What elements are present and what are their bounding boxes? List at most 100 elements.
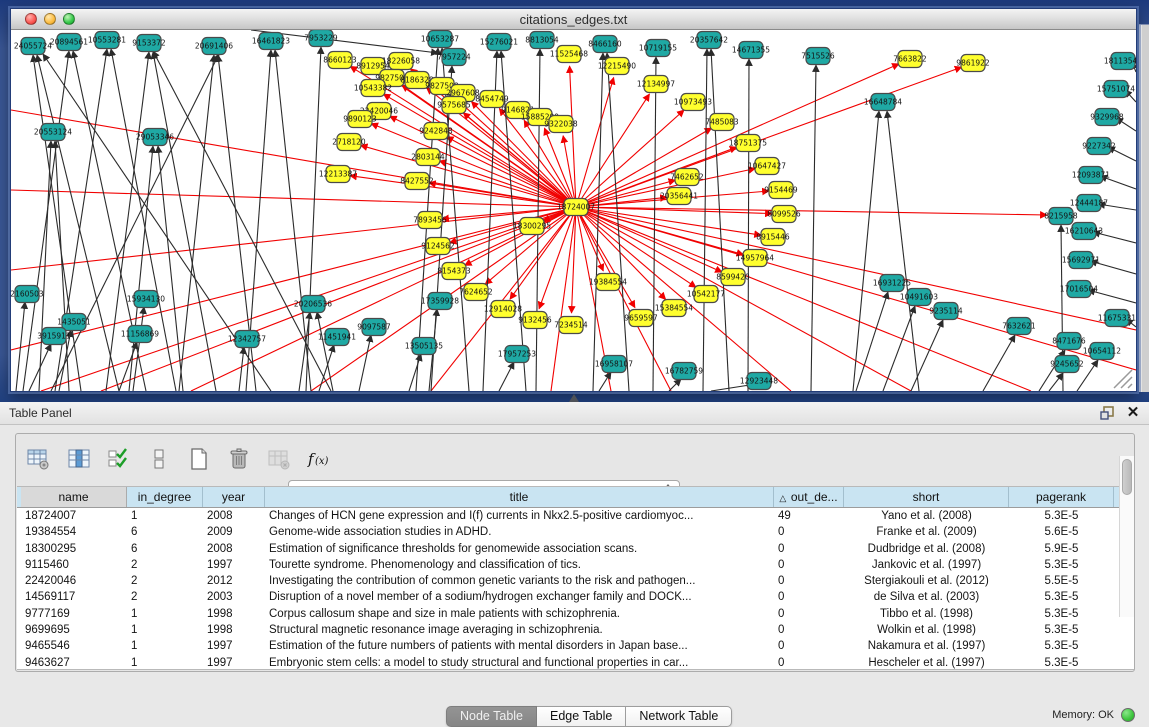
graph-node[interactable]: 2718120 [332,134,366,151]
cell-title[interactable]: Disruption of a novel member of a sodium… [265,589,774,605]
graph-node[interactable]: 9154469 [764,182,798,199]
graph-node[interactable]: 8466160 [588,36,622,53]
graph-node[interactable]: 2803144 [411,149,445,166]
graph-node[interactable]: 9242848 [419,123,453,140]
tab-edge-table[interactable]: Edge Table [537,706,626,727]
graph-node[interactable]: 16210643 [1065,223,1103,240]
column-header-year[interactable]: year [203,487,265,507]
table-row[interactable]: 911546021997Tourette syndrome. Phenomeno… [21,557,1134,573]
close-icon[interactable]: ✕ [1123,404,1143,422]
table-row[interactable]: 969969511998Structural magnetic resonanc… [21,622,1134,638]
graph-node[interactable]: 7632621 [1002,318,1036,335]
table-row[interactable]: 946554611997Estimation of the future num… [21,638,1134,654]
cell-in_degree[interactable]: 6 [127,541,203,557]
graph-node[interactable]: 14671355 [732,42,770,59]
graph-node[interactable]: 3915911 [37,328,71,345]
column-header-title[interactable]: title [265,487,774,507]
graph-node[interactable]: 20553124 [34,124,72,141]
cell-year[interactable]: 2009 [203,524,265,540]
cell-title[interactable]: Estimation of the future numbers of pati… [265,638,774,654]
graph-node[interactable]: 18113544 [1104,53,1136,70]
graph-node[interactable]: 10653287 [421,31,459,48]
graph-node[interactable]: 17016504 [1060,281,1098,298]
cell-pagerank[interactable]: 5.3E-5 [1009,606,1114,622]
table-row[interactable]: 1872400712008Changes of HCN gene express… [21,508,1134,524]
cell-in_degree[interactable]: 1 [127,655,203,669]
graph-node[interactable]: 7462652 [670,169,704,186]
cell-title[interactable]: Investigating the contribution of common… [265,573,774,589]
cell-short[interactable]: Yano et al. (2008) [844,508,1009,524]
graph-node[interactable]: 12914028 [484,301,522,318]
cell-out_degree[interactable]: 0 [774,573,844,589]
create-column-icon[interactable] [186,446,212,472]
graph-node[interactable]: 9659597 [624,310,658,327]
graph-node[interactable]: 16648784 [864,94,902,111]
cell-in_degree[interactable]: 6 [127,524,203,540]
cell-out_degree[interactable]: 0 [774,622,844,638]
graph-node[interactable]: 10654112 [1083,343,1121,360]
graph-node[interactable]: 8813054 [525,32,559,49]
cell-pagerank[interactable]: 5.9E-5 [1009,541,1114,557]
graph-node[interactable]: 8915446 [756,229,790,246]
cell-year[interactable]: 1997 [203,557,265,573]
graph-node[interactable]: 7624652 [459,284,493,301]
graph-node[interactable]: 15276021 [480,34,518,51]
cell-short[interactable]: Dudbridge et al. (2008) [844,541,1009,557]
cell-out_degree[interactable]: 0 [774,541,844,557]
window-titlebar[interactable]: citations_edges.txt [11,9,1136,30]
graph-node[interactable]: 9097587 [357,319,391,336]
cell-title[interactable]: Corpus callosum shape and size in male p… [265,606,774,622]
cell-name[interactable]: 18300295 [21,541,127,557]
float-window-icon[interactable] [1097,404,1117,422]
delete-table-icon[interactable] [266,446,292,472]
graph-node[interactable]: 17957253 [498,346,536,363]
cell-title[interactable]: Estimation of significance thresholds fo… [265,541,774,557]
graph-node[interactable]: 20894561 [50,34,88,51]
cell-out_degree[interactable]: 0 [774,524,844,540]
graph-node[interactable]: 12134997 [637,76,675,93]
table-row[interactable]: 1830029562008Estimation of significance … [21,541,1134,557]
cell-out_degree[interactable]: 0 [774,638,844,654]
cell-short[interactable]: Stergiakouli et al. (2012) [844,573,1009,589]
cell-in_degree[interactable]: 2 [127,557,203,573]
graph-node[interactable]: 14957964 [736,250,774,267]
show-columns-icon[interactable] [66,446,92,472]
cell-year[interactable]: 2012 [203,573,265,589]
graph-node[interactable]: 9329968 [1090,109,1124,126]
graph-node[interactable]: 12215490 [598,58,636,75]
graph-node[interactable]: 7663822 [893,51,927,68]
cell-pagerank[interactable]: 5.5E-5 [1009,573,1114,589]
cell-in_degree[interactable]: 1 [127,508,203,524]
cell-short[interactable]: Wolkin et al. (1998) [844,622,1009,638]
cell-title[interactable]: Embryonic stem cells: a model to study s… [265,655,774,669]
cell-short[interactable]: Tibbo et al. (1998) [844,606,1009,622]
graph-node[interactable]: 20357642 [690,32,728,49]
graph-node[interactable]: 8599420 [716,269,750,286]
graph-node[interactable]: 16461823 [252,33,290,50]
cell-name[interactable]: 9699695 [21,622,127,638]
cell-out_degree[interactable]: 0 [774,557,844,573]
graph-node[interactable]: 8471676 [1052,333,1086,350]
graph-node[interactable]: 9235114 [929,303,963,320]
cell-in_degree[interactable]: 1 [127,606,203,622]
cell-pagerank[interactable]: 5.3E-5 [1009,655,1114,669]
cell-in_degree[interactable]: 2 [127,573,203,589]
column-header-in_degree[interactable]: in_degree [127,487,203,507]
cell-year[interactable]: 1998 [203,622,265,638]
graph-node[interactable]: 12342757 [228,331,266,348]
column-header-short[interactable]: short [844,487,1009,507]
cell-name[interactable]: 9463627 [21,655,127,669]
cell-year[interactable]: 1997 [203,655,265,669]
graph-node[interactable]: 9861922 [956,55,990,72]
graph-node[interactable]: 7234514 [554,317,588,334]
cell-name[interactable]: 9465546 [21,638,127,654]
cell-pagerank[interactable]: 5.3E-5 [1009,589,1114,605]
cell-pagerank[interactable]: 5.3E-5 [1009,622,1114,638]
cell-short[interactable]: Jankovic et al. (1997) [844,557,1009,573]
cell-pagerank[interactable]: 5.3E-5 [1009,638,1114,654]
tab-network-table[interactable]: Network Table [626,706,732,727]
table-row[interactable]: 1938455462009Genome-wide association stu… [21,524,1134,540]
graph-node[interactable]: 9124562 [421,238,455,255]
graph-node[interactable]: 7485083 [705,114,739,131]
graph-node[interactable]: 9227342 [1082,138,1116,155]
